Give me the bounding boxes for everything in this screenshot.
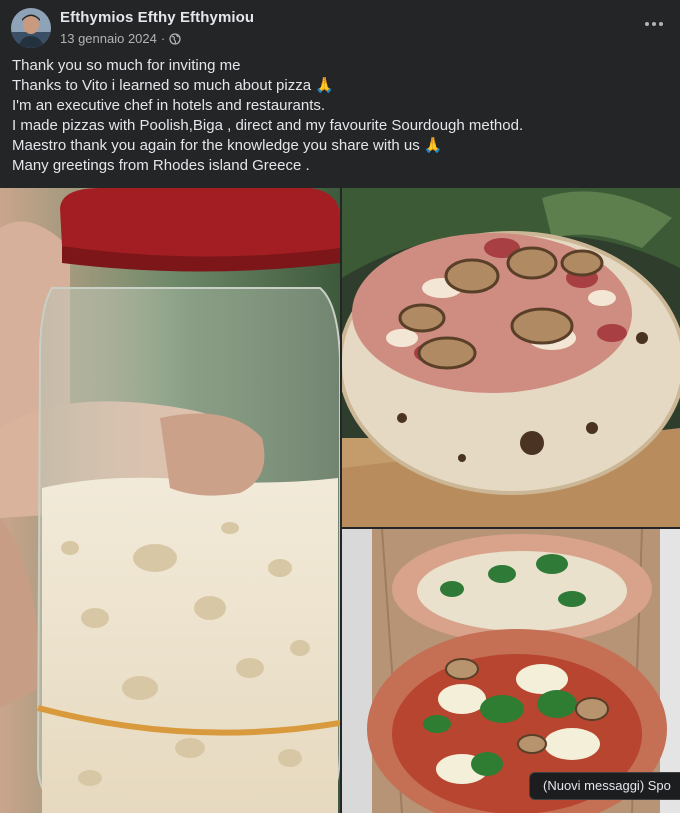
photo-sourdough-jar[interactable] bbox=[0, 188, 340, 813]
photo-basil-pizzas[interactable] bbox=[342, 529, 680, 813]
post-meta: 13 gennaio 2024 · bbox=[60, 31, 181, 46]
post-line: Maestro thank you again for the knowledg… bbox=[12, 137, 443, 154]
photo-mushroom-pizza[interactable] bbox=[342, 188, 680, 527]
post-line: I made pizzas with Poolish,Biga , direct… bbox=[12, 117, 524, 134]
post-line: Thanks to Vito i learned so much about p… bbox=[12, 77, 334, 94]
new-messages-toast[interactable]: (Nuovi messaggi) Spo bbox=[529, 772, 680, 800]
meta-separator: · bbox=[160, 31, 166, 46]
post-line: Many greetings from Rhodes island Greece… bbox=[12, 157, 310, 174]
more-options-icon bbox=[645, 22, 663, 26]
more-options-button[interactable] bbox=[642, 12, 666, 36]
post-message: Thank you so much for inviting me Thanks… bbox=[12, 56, 672, 176]
author-name[interactable]: Efthymios Efthy Efthymiou bbox=[60, 9, 254, 26]
post-line: Thank you so much for inviting me bbox=[12, 57, 241, 74]
author-avatar[interactable] bbox=[11, 8, 51, 48]
post-line: I'm an executive chef in hotels and rest… bbox=[12, 97, 326, 114]
post-header: Efthymios Efthy Efthymiou 13 gennaio 202… bbox=[0, 0, 680, 56]
post-date[interactable]: 13 gennaio 2024 bbox=[60, 31, 157, 46]
photo-grid bbox=[0, 188, 680, 813]
globe-icon[interactable] bbox=[169, 32, 181, 45]
